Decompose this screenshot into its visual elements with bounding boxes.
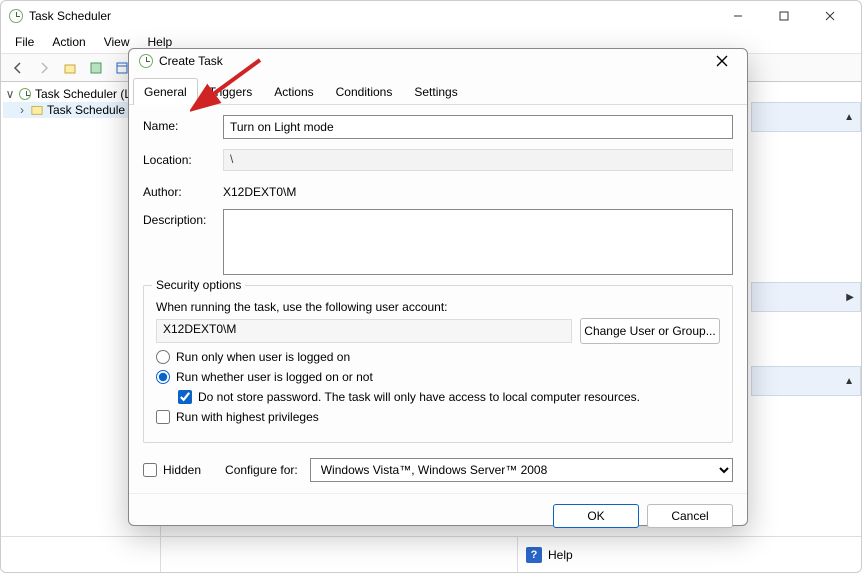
- actions-header-1[interactable]: ▲: [751, 102, 861, 132]
- description-input[interactable]: [223, 209, 733, 275]
- tree-child-label: Task Schedule: [47, 103, 125, 117]
- status-help[interactable]: ? Help: [517, 537, 861, 572]
- dialog-close-button[interactable]: [707, 49, 737, 73]
- tree-root-label: Task Scheduler (L: [35, 87, 131, 101]
- location-label: Location:: [143, 149, 215, 167]
- configure-for-label: Configure for:: [225, 463, 298, 477]
- highest-privileges-checkbox[interactable]: Run with highest privileges: [156, 410, 720, 424]
- expander-icon[interactable]: ∨: [5, 87, 15, 101]
- app-icon: [9, 9, 23, 23]
- folder-icon: [31, 104, 43, 116]
- name-input[interactable]: [223, 115, 733, 139]
- dialog-tabs: General Triggers Actions Conditions Sett…: [129, 77, 747, 105]
- description-label: Description:: [143, 209, 215, 227]
- security-prompt: When running the task, use the following…: [156, 300, 720, 314]
- security-legend: Security options: [152, 278, 245, 292]
- scheduler-icon: [19, 88, 31, 100]
- clock-icon: [139, 54, 153, 68]
- maximize-button[interactable]: [761, 2, 807, 30]
- user-account-field: X12DEXT0\M: [156, 319, 572, 343]
- location-value: \: [223, 149, 733, 171]
- actions-header-2[interactable]: ▶: [751, 282, 861, 312]
- expand-icon: ▶: [846, 292, 854, 303]
- name-label: Name:: [143, 115, 215, 133]
- tab-settings[interactable]: Settings: [403, 78, 468, 105]
- close-button[interactable]: [807, 2, 853, 30]
- author-value: X12DEXT0\M: [223, 181, 733, 199]
- menu-action[interactable]: Action: [44, 33, 93, 51]
- actions-column: ▲ ▶ ▲: [751, 82, 861, 555]
- security-options-group: Security options When running the task, …: [143, 285, 733, 443]
- tab-general[interactable]: General: [133, 78, 198, 105]
- back-button[interactable]: [7, 57, 29, 79]
- minimize-button[interactable]: [715, 2, 761, 30]
- hidden-label: Hidden: [163, 463, 201, 477]
- expander-icon[interactable]: ›: [17, 103, 27, 117]
- hidden-checkbox[interactable]: Hidden: [143, 463, 201, 477]
- change-user-button[interactable]: Change User or Group...: [580, 318, 720, 344]
- collapse-icon: ▲: [844, 112, 854, 123]
- statusbar: ? Help: [1, 536, 861, 572]
- run-logged-on-radio[interactable]: Run only when user is logged on: [156, 350, 720, 364]
- no-password-label: Do not store password. The task will onl…: [198, 390, 640, 404]
- help-icon: ?: [526, 547, 542, 563]
- create-task-dialog: Create Task General Triggers Actions Con…: [128, 48, 748, 526]
- window-title: Task Scheduler: [29, 9, 111, 23]
- dialog-titlebar: Create Task: [129, 49, 747, 73]
- cancel-button[interactable]: Cancel: [647, 504, 733, 528]
- status-help-label: Help: [548, 548, 573, 562]
- collapse-icon: ▲: [844, 376, 854, 387]
- tab-triggers[interactable]: Triggers: [198, 78, 264, 105]
- tab-conditions[interactable]: Conditions: [325, 78, 404, 105]
- run-logged-on-label: Run only when user is logged on: [176, 350, 350, 364]
- forward-button[interactable]: [33, 57, 55, 79]
- run-whether-radio[interactable]: Run whether user is logged on or not: [156, 370, 720, 384]
- show-hide-button[interactable]: [85, 57, 107, 79]
- run-whether-label: Run whether user is logged on or not: [176, 370, 373, 384]
- author-label: Author:: [143, 181, 215, 199]
- no-password-checkbox[interactable]: Do not store password. The task will onl…: [178, 390, 720, 404]
- titlebar: Task Scheduler: [1, 1, 861, 31]
- actions-header-3[interactable]: ▲: [751, 366, 861, 396]
- tab-actions[interactable]: Actions: [263, 78, 324, 105]
- highest-privileges-label: Run with highest privileges: [176, 410, 319, 424]
- up-button[interactable]: [59, 57, 81, 79]
- menu-file[interactable]: File: [7, 33, 42, 51]
- configure-for-select[interactable]: Windows Vista™, Windows Server™ 2008: [310, 458, 733, 482]
- dialog-title: Create Task: [159, 54, 223, 68]
- ok-button[interactable]: OK: [553, 504, 639, 528]
